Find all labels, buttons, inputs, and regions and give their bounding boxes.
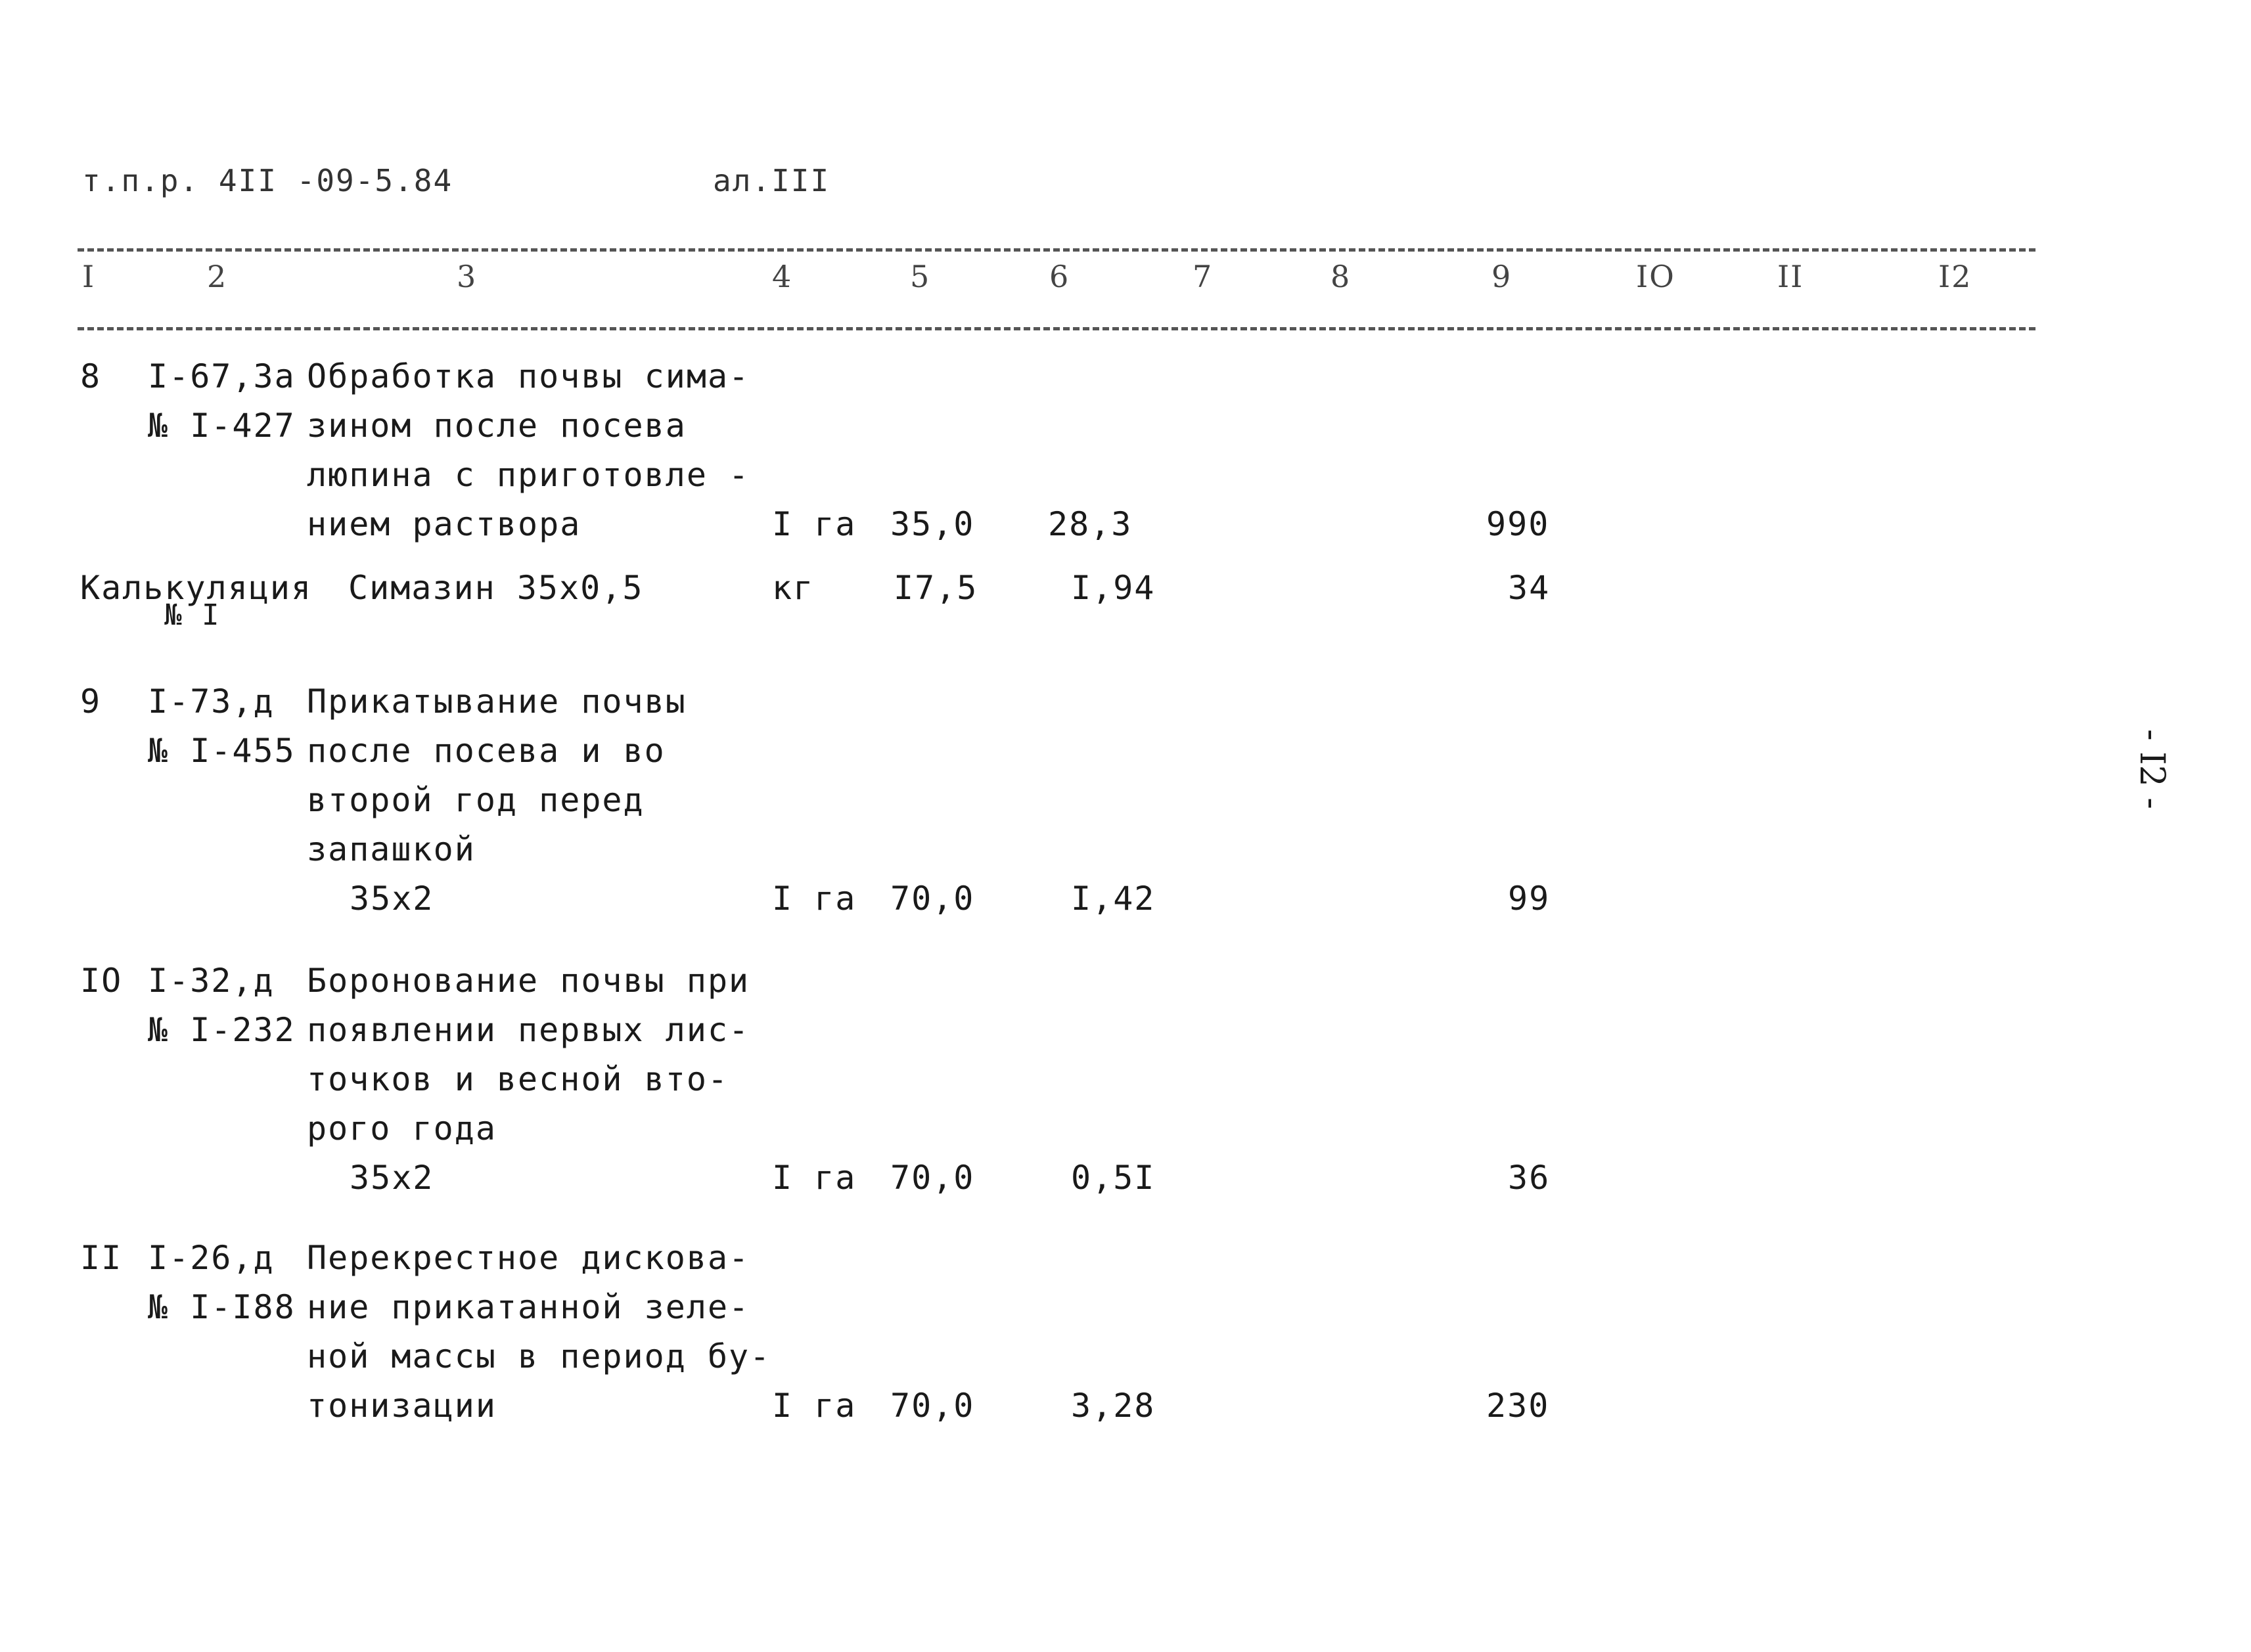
norm-code: I-73,д	[148, 682, 275, 721]
column-header-10: IO	[1636, 259, 1675, 294]
quantity: 70,0	[890, 1387, 975, 1425]
quantity: 35,0	[890, 505, 975, 543]
quantity: 70,0	[890, 880, 975, 918]
rate: 28,3	[1048, 505, 1133, 543]
description-line: нием раствора	[307, 505, 581, 543]
quantity: I7,5	[894, 569, 978, 607]
rate: 3,28	[1071, 1387, 1156, 1425]
column-header-4: 4	[772, 259, 793, 294]
norm-ref: № I-427	[148, 407, 296, 445]
rate: I,42	[1071, 880, 1156, 918]
total: 34	[1508, 569, 1551, 607]
description-line: появлении первых лис-	[307, 1011, 750, 1049]
description-line: зином после посева	[307, 407, 687, 445]
column-header-7: 7	[1193, 259, 1214, 294]
total: 230	[1486, 1387, 1550, 1425]
norm-code: I-67,3а	[148, 357, 296, 395]
column-header-8: 8	[1330, 259, 1352, 294]
total: 36	[1508, 1159, 1551, 1197]
total: 99	[1508, 880, 1551, 918]
description-line: Обработка почвы сима-	[307, 357, 750, 395]
column-header-11: II	[1777, 259, 1804, 294]
unit: I га	[772, 505, 857, 543]
unit: I га	[772, 880, 857, 918]
description-line: люпина с приготовле -	[307, 456, 750, 494]
description-line: ние прикатанной зеле-	[307, 1288, 750, 1326]
description-line: Боронование почвы при	[307, 962, 750, 1000]
unit: I га	[772, 1387, 857, 1425]
row-number: II	[80, 1239, 123, 1277]
total: 990	[1486, 505, 1550, 543]
description-line: Перекрестное дискова-	[307, 1239, 750, 1277]
calculation-ref: № I	[164, 598, 221, 632]
unit: I га	[772, 1159, 857, 1197]
header-divider-top	[78, 248, 2035, 252]
album-number: ал.III	[713, 163, 830, 198]
description-line: рого года	[307, 1109, 497, 1148]
header-divider-bottom	[78, 327, 2035, 330]
column-header-12: I2	[1938, 259, 1972, 294]
column-header-9: 9	[1491, 259, 1512, 294]
rate: 0,5I	[1071, 1159, 1156, 1197]
norm-ref: № I-455	[148, 732, 296, 770]
description-line: запашкой	[307, 830, 476, 868]
document-reference: т.п.р. 4II -09-5.84	[82, 163, 453, 198]
norm-ref: № I-I88	[148, 1288, 296, 1326]
unit: кг	[772, 569, 815, 607]
description-line: Симазин 35х0,5	[348, 569, 644, 607]
row-number: 9	[80, 682, 102, 721]
page-number: - I2 -	[2132, 729, 2171, 809]
column-header-5: 5	[910, 259, 931, 294]
row-number: 8	[80, 357, 102, 395]
formula: 35х2	[350, 1159, 434, 1197]
description-line: после посева и во	[307, 732, 666, 770]
column-header-6: 6	[1049, 259, 1070, 294]
norm-ref: № I-232	[148, 1011, 296, 1049]
description-line: второй год перед	[307, 781, 645, 819]
column-header-2: 2	[207, 259, 228, 294]
norm-code: I-26,д	[148, 1239, 275, 1277]
row-number: IO	[80, 962, 123, 1000]
description-line: точков и весной вто-	[307, 1060, 729, 1098]
formula: 35х2	[350, 880, 434, 918]
quantity: 70,0	[890, 1159, 975, 1197]
description-line: Прикатывание почвы	[307, 682, 687, 721]
description-line: ной массы в период бу-	[307, 1337, 771, 1375]
description-line: тонизации	[307, 1387, 497, 1425]
column-header-1: I	[82, 259, 96, 294]
norm-code: I-32,д	[148, 962, 275, 1000]
column-header-3: 3	[457, 259, 478, 294]
rate: I,94	[1071, 569, 1156, 607]
